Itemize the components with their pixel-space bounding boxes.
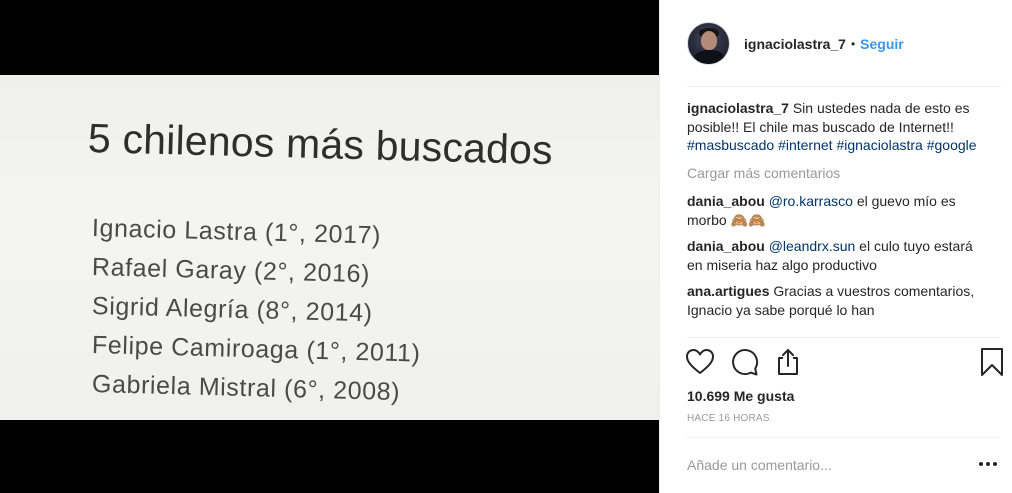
avatar[interactable] [687, 22, 730, 65]
comment-username[interactable]: dania_abou [687, 193, 765, 209]
hashtag-link[interactable]: #google [927, 137, 977, 153]
header-separator: • [850, 36, 856, 51]
post-header: ignaciolastra_7 • Seguir [660, 0, 1012, 87]
header-username[interactable]: ignaciolastra_7 [744, 36, 846, 52]
add-comment-divider [687, 437, 1000, 438]
actions-divider [687, 337, 1000, 338]
hashtag-link[interactable]: #internet [778, 137, 832, 153]
comment-username[interactable]: dania_abou [687, 238, 765, 254]
comment-item: dania_abou @leandrx.sun el culo tuyo est… [687, 237, 987, 274]
action-bar [685, 345, 1010, 381]
comment-mention[interactable]: @leandrx.sun [769, 238, 856, 254]
caption-username[interactable]: ignaciolastra_7 [687, 100, 789, 116]
load-more-comments-button[interactable]: Cargar más comentarios [687, 164, 987, 183]
photo-title-text: 5 chilenos más buscados [87, 115, 554, 174]
follow-button[interactable]: Seguir [860, 36, 904, 52]
comment-item: dania_abou @ro.karrasco el guevo mío es … [687, 192, 987, 229]
post-photo[interactable]: 5 chilenos más buscados Ignacio Lastra (… [0, 75, 659, 420]
comment-bubble-icon[interactable] [729, 347, 759, 377]
hashtag-link[interactable]: #masbuscado [687, 137, 774, 153]
comments-list[interactable]: ignaciolastra_7 Sin ustedes nada de esto… [687, 99, 987, 337]
heart-icon[interactable] [685, 347, 715, 377]
comment-username[interactable]: ana.artigues [687, 283, 769, 299]
post-side-panel: ignaciolastra_7 • Seguir ignaciolastra_7… [659, 0, 1012, 493]
header-divider [687, 86, 1001, 87]
post-timestamp: HACE 16 HORAS [687, 413, 770, 424]
avatar-head [701, 31, 717, 50]
comment-item: ana.artigues Gracias a vuestros comentar… [687, 282, 987, 319]
photo-list-item: Gabriela Mistral (6°, 2008) [91, 370, 401, 407]
photo-ranking-list: Ignacio Lastra (1°, 2017) Rafael Garay (… [92, 209, 421, 406]
comment-mention[interactable]: @ro.karrasco [769, 193, 853, 209]
add-comment-input[interactable] [687, 455, 937, 475]
share-icon[interactable] [773, 347, 803, 377]
hashtag-link[interactable]: #ignaciolastra [836, 137, 922, 153]
bookmark-icon[interactable] [978, 347, 1006, 377]
likes-count[interactable]: 10.699 Me gusta [687, 388, 794, 404]
avatar-body [694, 50, 725, 64]
caption: ignaciolastra_7 Sin ustedes nada de esto… [687, 99, 987, 155]
more-dots-icon[interactable] [978, 461, 998, 467]
post-media: 5 chilenos más buscados Ignacio Lastra (… [0, 0, 659, 493]
